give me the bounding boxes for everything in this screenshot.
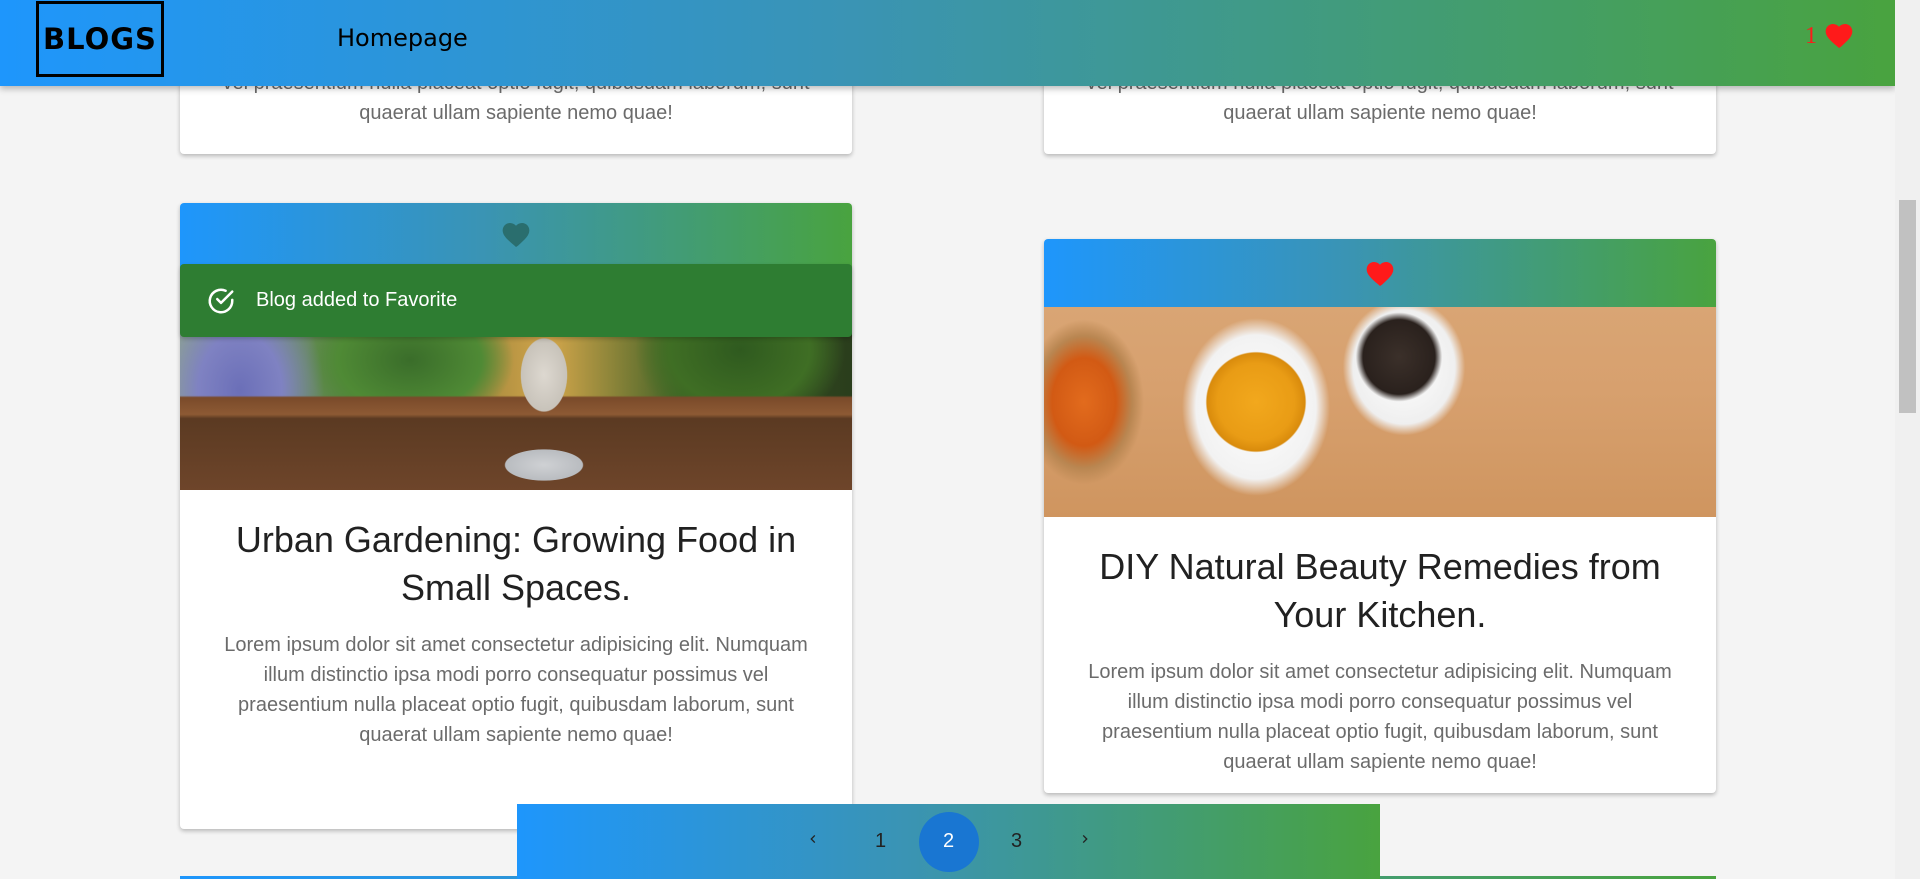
scrollbar-thumb[interactable]	[1899, 200, 1916, 413]
pagination: 1 2 3	[517, 804, 1380, 879]
page: BLOGS Homepage 1 vel praesentium nulla p…	[0, 0, 1920, 879]
heart-icon	[1823, 20, 1855, 53]
spices-photo	[1044, 307, 1716, 517]
page-button-1[interactable]: 1	[851, 812, 911, 872]
heart-icon	[500, 219, 532, 250]
card-description: Lorem ipsum dolor sit amet consectetur a…	[1088, 661, 1672, 773]
favorite-toggle-button[interactable]	[1364, 258, 1396, 289]
heart-icon	[1364, 258, 1396, 289]
favorites-count: 1	[1805, 23, 1817, 49]
chevron-left-icon	[805, 830, 821, 853]
card-title[interactable]: DIY Natural Beauty Remedies from Your Ki…	[1070, 517, 1690, 639]
card-header	[1044, 239, 1716, 307]
blog-card-diy-beauty[interactable]: DIY Natural Beauty Remedies from Your Ki…	[1044, 239, 1716, 793]
toast-notification: Blog added to Favorite	[180, 264, 852, 337]
card-body: Urban Gardening: Growing Food in Small S…	[180, 490, 852, 772]
previous-page-button[interactable]	[783, 812, 843, 872]
toast-message: Blog added to Favorite	[256, 289, 458, 311]
page-button-3[interactable]: 3	[987, 812, 1047, 872]
check-circle-icon	[206, 286, 236, 316]
page-scrollbar[interactable]	[1895, 0, 1920, 879]
nav-link-homepage[interactable]: Homepage	[337, 24, 468, 52]
card-body: DIY Natural Beauty Remedies from Your Ki…	[1044, 517, 1716, 793]
card-header	[180, 203, 852, 273]
card-description: Lorem ipsum dolor sit amet consectetur a…	[224, 634, 808, 746]
brand-logo[interactable]: BLOGS	[36, 1, 164, 77]
navbar: BLOGS Homepage 1	[0, 0, 1895, 86]
chevron-right-icon	[1077, 830, 1093, 853]
next-page-button[interactable]	[1055, 812, 1115, 872]
favorites-indicator[interactable]: 1	[1805, 20, 1855, 53]
page-button-2[interactable]: 2	[918, 811, 979, 872]
card-title[interactable]: Urban Gardening: Growing Food in Small S…	[206, 490, 826, 612]
favorite-toggle-button[interactable]	[500, 219, 532, 250]
